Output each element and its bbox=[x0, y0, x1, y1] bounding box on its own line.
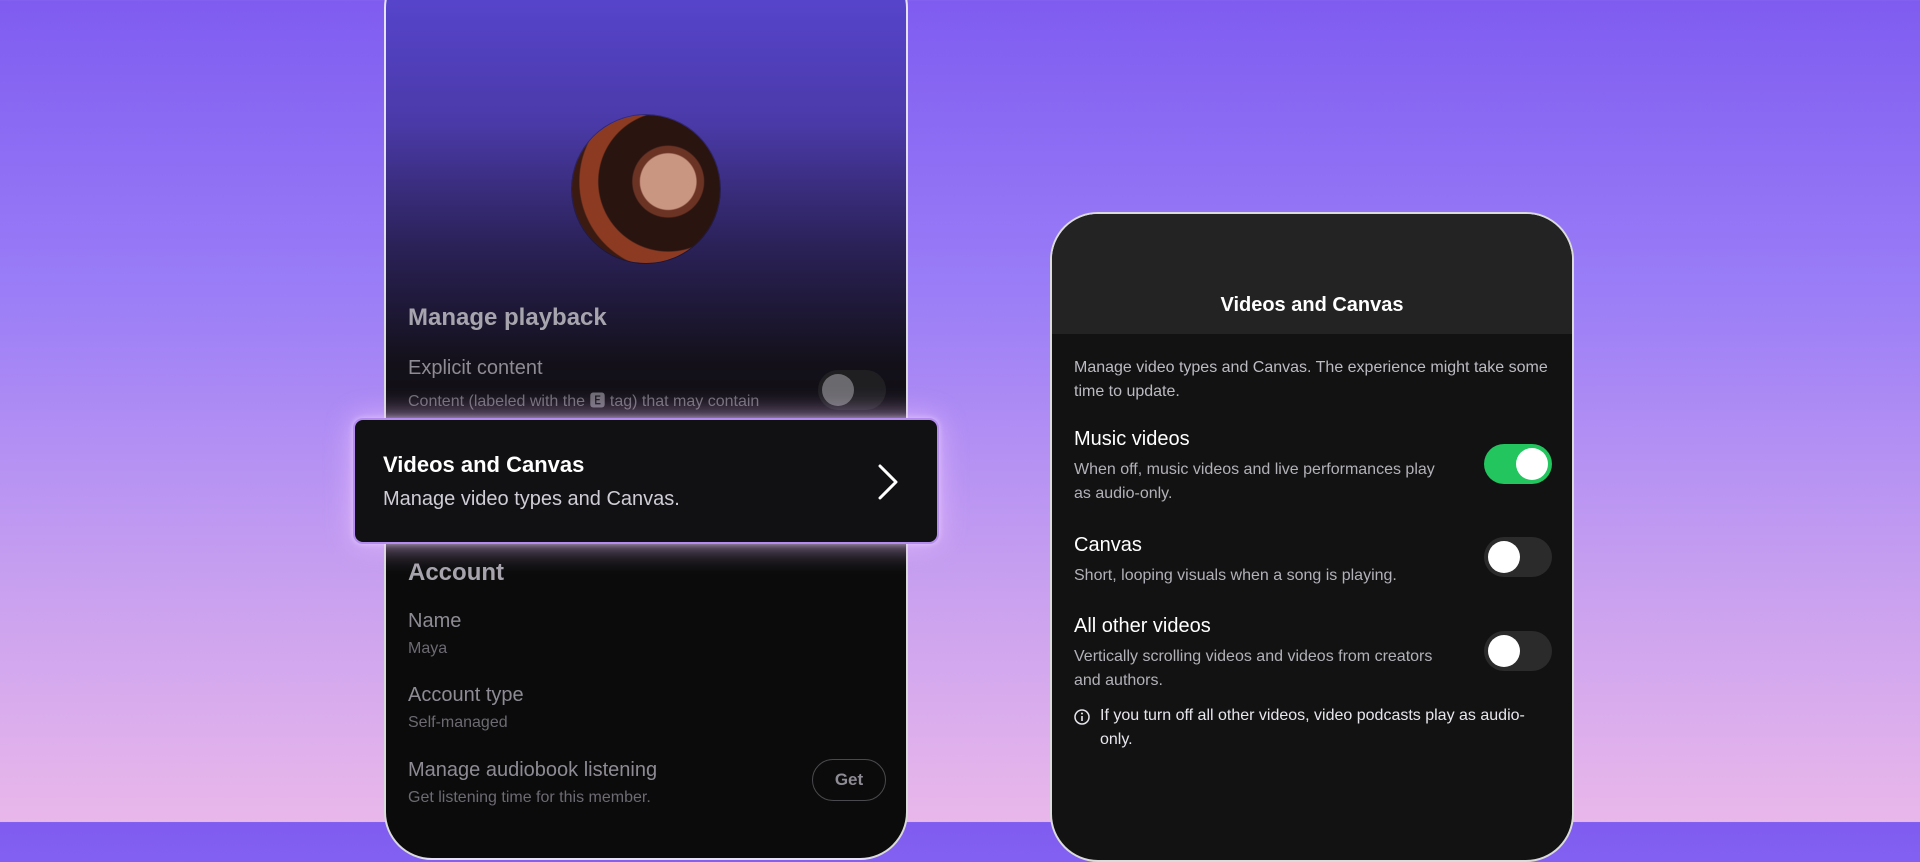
music-videos-toggle[interactable] bbox=[1484, 444, 1552, 484]
screen-description: Manage video types and Canvas. The exper… bbox=[1074, 359, 1548, 400]
canvas-toggle[interactable] bbox=[1484, 537, 1552, 577]
info-note-text: If you turn off all other videos, video … bbox=[1100, 707, 1525, 748]
chevron-right-icon bbox=[878, 464, 898, 500]
music-videos-label: Music videos bbox=[1074, 428, 1190, 450]
get-audiobook-button[interactable]: Get bbox=[812, 759, 886, 801]
videos-and-canvas-subtitle: Manage video types and Canvas. bbox=[383, 488, 680, 510]
section-title-playback: Manage playback bbox=[408, 304, 607, 331]
audiobook-label: Manage audiobook listening bbox=[408, 759, 658, 781]
screen-header: Videos and Canvas bbox=[1052, 214, 1572, 334]
right-phone-screen: Videos and Canvas Manage video types and… bbox=[1050, 212, 1574, 862]
audiobook-description: Get listening time for this member. bbox=[408, 789, 651, 806]
canvas-description: Short, looping visuals when a song is pl… bbox=[1074, 567, 1397, 584]
all-other-videos-description: Vertically scrolling videos and videos f… bbox=[1074, 648, 1433, 689]
explicit-content-toggle[interactable] bbox=[818, 370, 886, 410]
name-value: Maya bbox=[408, 640, 448, 657]
toggle-knob bbox=[1516, 448, 1548, 480]
account-type-label: Account type bbox=[408, 684, 524, 706]
all-other-videos-label: All other videos bbox=[1074, 615, 1211, 637]
account-type-value: Self-managed bbox=[408, 714, 508, 731]
name-label: Name bbox=[408, 610, 462, 632]
toggle-knob bbox=[1488, 635, 1520, 667]
toggle-knob bbox=[1488, 541, 1520, 573]
explicit-content-description: Content (labeled with the 🅴 tag) that ma… bbox=[408, 393, 760, 410]
videos-and-canvas-title: Videos and Canvas bbox=[383, 452, 585, 477]
music-videos-description: When off, music videos and live performa… bbox=[1074, 461, 1435, 502]
info-icon bbox=[1074, 709, 1090, 725]
explicit-content-label: Explicit content bbox=[408, 357, 543, 379]
all-other-videos-toggle[interactable] bbox=[1484, 631, 1552, 671]
profile-avatar bbox=[572, 115, 720, 263]
videos-and-canvas-row[interactable]: Videos and Canvas Manage video types and… bbox=[353, 418, 939, 544]
canvas-label: Canvas bbox=[1074, 534, 1142, 556]
screen-title: Videos and Canvas bbox=[1220, 294, 1404, 316]
toggle-knob bbox=[822, 374, 854, 406]
section-title-account: Account bbox=[408, 559, 504, 586]
